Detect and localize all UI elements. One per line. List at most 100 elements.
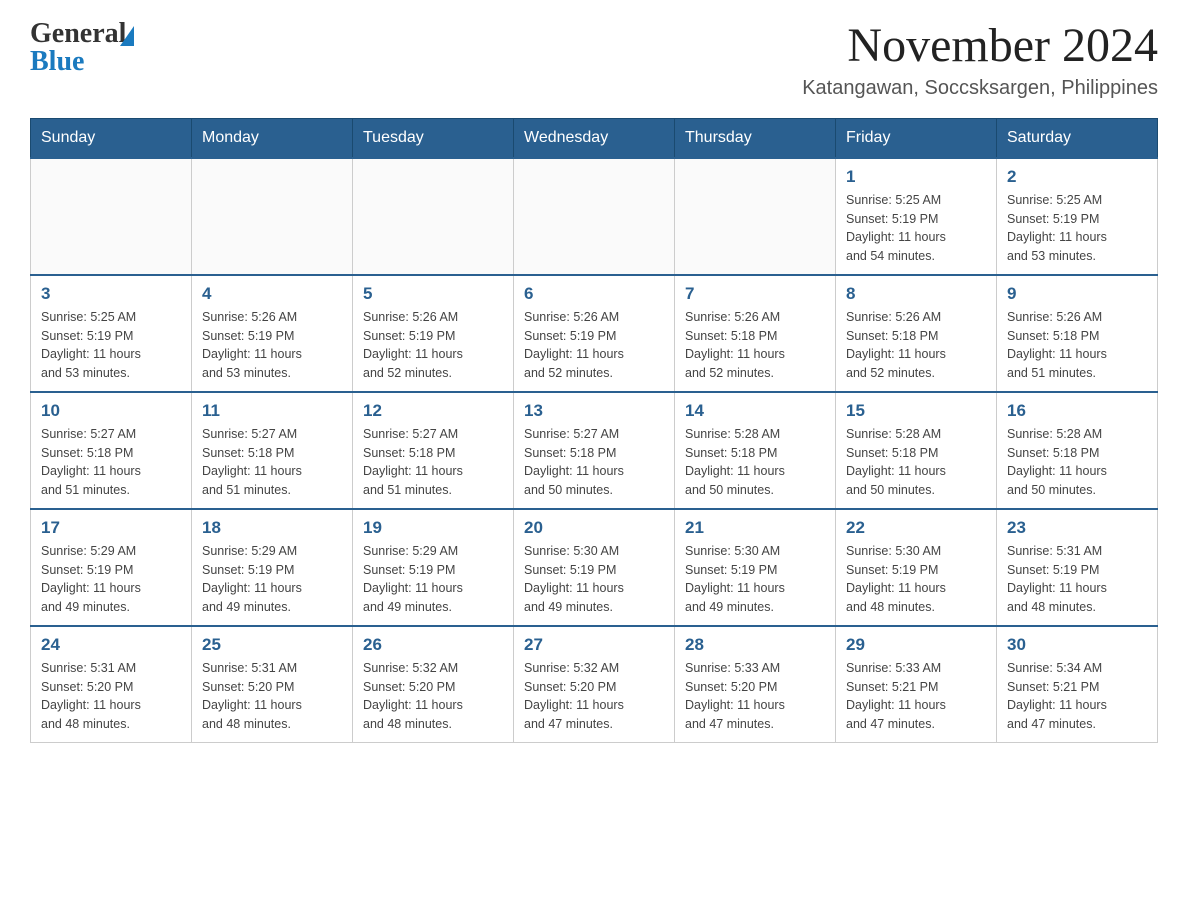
- day-info: Sunrise: 5:27 AMSunset: 5:18 PMDaylight:…: [202, 425, 342, 500]
- calendar-cell: 24 Sunrise: 5:31 AMSunset: 5:20 PMDayligh…: [31, 626, 192, 743]
- day-number: 1: [846, 167, 986, 187]
- day-of-week-header: Sunday: [31, 118, 192, 158]
- day-number: 21: [685, 518, 825, 538]
- day-number: 8: [846, 284, 986, 304]
- calendar-week-row: 17 Sunrise: 5:29 AMSunset: 5:19 PMDayligh…: [31, 509, 1158, 626]
- calendar-header-row: SundayMondayTuesdayWednesdayThursdayFrid…: [31, 118, 1158, 158]
- calendar-cell: 12 Sunrise: 5:27 AMSunset: 5:18 PMDayligh…: [353, 392, 514, 509]
- day-number: 9: [1007, 284, 1147, 304]
- day-info: Sunrise: 5:25 AMSunset: 5:19 PMDaylight:…: [41, 308, 181, 383]
- calendar-cell: 1 Sunrise: 5:25 AMSunset: 5:19 PMDaylight…: [836, 158, 997, 275]
- calendar-cell: 21 Sunrise: 5:30 AMSunset: 5:19 PMDayligh…: [675, 509, 836, 626]
- day-number: 12: [363, 401, 503, 421]
- day-number: 2: [1007, 167, 1147, 187]
- day-number: 17: [41, 518, 181, 538]
- day-info: Sunrise: 5:29 AMSunset: 5:19 PMDaylight:…: [41, 542, 181, 617]
- day-of-week-header: Thursday: [675, 118, 836, 158]
- day-number: 10: [41, 401, 181, 421]
- calendar-week-row: 1 Sunrise: 5:25 AMSunset: 5:19 PMDaylight…: [31, 158, 1158, 275]
- day-number: 18: [202, 518, 342, 538]
- day-number: 30: [1007, 635, 1147, 655]
- calendar-week-row: 24 Sunrise: 5:31 AMSunset: 5:20 PMDayligh…: [31, 626, 1158, 743]
- month-year-title: November 2024: [802, 20, 1158, 73]
- day-of-week-header: Monday: [192, 118, 353, 158]
- day-info: Sunrise: 5:27 AMSunset: 5:18 PMDaylight:…: [363, 425, 503, 500]
- calendar-cell: 30 Sunrise: 5:34 AMSunset: 5:21 PMDayligh…: [997, 626, 1158, 743]
- day-info: Sunrise: 5:33 AMSunset: 5:20 PMDaylight:…: [685, 659, 825, 734]
- calendar-cell: 2 Sunrise: 5:25 AMSunset: 5:19 PMDaylight…: [997, 158, 1158, 275]
- day-info: Sunrise: 5:27 AMSunset: 5:18 PMDaylight:…: [524, 425, 664, 500]
- day-info: Sunrise: 5:25 AMSunset: 5:19 PMDaylight:…: [1007, 191, 1147, 266]
- calendar-cell: 14 Sunrise: 5:28 AMSunset: 5:18 PMDayligh…: [675, 392, 836, 509]
- calendar-cell: 25Sunrise: 5:31 AMSunset: 5:20 PMDayligh…: [192, 626, 353, 743]
- calendar-cell: 8Sunrise: 5:26 AMSunset: 5:18 PMDaylight…: [836, 275, 997, 392]
- calendar-cell: 29 Sunrise: 5:33 AMSunset: 5:21 PMDayligh…: [836, 626, 997, 743]
- calendar-cell: [353, 158, 514, 275]
- calendar-cell: 16Sunrise: 5:28 AMSunset: 5:18 PMDayligh…: [997, 392, 1158, 509]
- calendar-cell: 7 Sunrise: 5:26 AMSunset: 5:18 PMDaylight…: [675, 275, 836, 392]
- calendar-cell: 18 Sunrise: 5:29 AMSunset: 5:19 PMDayligh…: [192, 509, 353, 626]
- day-of-week-header: Wednesday: [514, 118, 675, 158]
- day-info: Sunrise: 5:26 AMSunset: 5:18 PMDaylight:…: [685, 308, 825, 383]
- day-info: Sunrise: 5:27 AMSunset: 5:18 PMDaylight:…: [41, 425, 181, 500]
- calendar-table: SundayMondayTuesdayWednesdayThursdayFrid…: [30, 118, 1158, 743]
- calendar-cell: [31, 158, 192, 275]
- calendar-cell: 15 Sunrise: 5:28 AMSunset: 5:18 PMDayligh…: [836, 392, 997, 509]
- calendar-cell: 27 Sunrise: 5:32 AMSunset: 5:20 PMDayligh…: [514, 626, 675, 743]
- calendar-cell: [514, 158, 675, 275]
- logo: General Blue: [30, 20, 134, 76]
- day-number: 28: [685, 635, 825, 655]
- day-info: Sunrise: 5:31 AMSunset: 5:20 PMDaylight:…: [202, 659, 342, 734]
- day-number: 24: [41, 635, 181, 655]
- calendar-cell: 3Sunrise: 5:25 AMSunset: 5:19 PMDaylight…: [31, 275, 192, 392]
- day-info: Sunrise: 5:29 AMSunset: 5:19 PMDaylight:…: [202, 542, 342, 617]
- logo-triangle-icon: [120, 26, 134, 46]
- day-number: 27: [524, 635, 664, 655]
- calendar-cell: 10 Sunrise: 5:27 AMSunset: 5:18 PMDayligh…: [31, 392, 192, 509]
- day-number: 19: [363, 518, 503, 538]
- day-number: 14: [685, 401, 825, 421]
- day-info: Sunrise: 5:32 AMSunset: 5:20 PMDaylight:…: [524, 659, 664, 734]
- location-subtitle: Katangawan, Soccsksargen, Philippines: [802, 77, 1158, 100]
- day-info: Sunrise: 5:34 AMSunset: 5:21 PMDaylight:…: [1007, 659, 1147, 734]
- calendar-cell: 11 Sunrise: 5:27 AMSunset: 5:18 PMDayligh…: [192, 392, 353, 509]
- calendar-cell: 13Sunrise: 5:27 AMSunset: 5:18 PMDayligh…: [514, 392, 675, 509]
- day-info: Sunrise: 5:26 AMSunset: 5:18 PMDaylight:…: [1007, 308, 1147, 383]
- calendar-cell: 17 Sunrise: 5:29 AMSunset: 5:19 PMDayligh…: [31, 509, 192, 626]
- calendar-cell: 22 Sunrise: 5:30 AMSunset: 5:19 PMDayligh…: [836, 509, 997, 626]
- day-number: 20: [524, 518, 664, 538]
- day-info: Sunrise: 5:33 AMSunset: 5:21 PMDaylight:…: [846, 659, 986, 734]
- day-info: Sunrise: 5:31 AMSunset: 5:20 PMDaylight:…: [41, 659, 181, 734]
- day-number: 11: [202, 401, 342, 421]
- day-info: Sunrise: 5:26 AMSunset: 5:19 PMDaylight:…: [363, 308, 503, 383]
- day-info: Sunrise: 5:30 AMSunset: 5:19 PMDaylight:…: [846, 542, 986, 617]
- day-info: Sunrise: 5:25 AMSunset: 5:19 PMDaylight:…: [846, 191, 986, 266]
- day-of-week-header: Saturday: [997, 118, 1158, 158]
- day-number: 7: [685, 284, 825, 304]
- day-number: 29: [846, 635, 986, 655]
- calendar-cell: 4 Sunrise: 5:26 AMSunset: 5:19 PMDaylight…: [192, 275, 353, 392]
- day-number: 26: [363, 635, 503, 655]
- day-of-week-header: Tuesday: [353, 118, 514, 158]
- day-number: 22: [846, 518, 986, 538]
- day-info: Sunrise: 5:30 AMSunset: 5:19 PMDaylight:…: [685, 542, 825, 617]
- calendar-week-row: 10 Sunrise: 5:27 AMSunset: 5:18 PMDayligh…: [31, 392, 1158, 509]
- day-info: Sunrise: 5:26 AMSunset: 5:19 PMDaylight:…: [202, 308, 342, 383]
- day-number: 15: [846, 401, 986, 421]
- calendar-cell: 28 Sunrise: 5:33 AMSunset: 5:20 PMDayligh…: [675, 626, 836, 743]
- calendar-cell: 26Sunrise: 5:32 AMSunset: 5:20 PMDayligh…: [353, 626, 514, 743]
- day-number: 4: [202, 284, 342, 304]
- day-of-week-header: Friday: [836, 118, 997, 158]
- day-info: Sunrise: 5:28 AMSunset: 5:18 PMDaylight:…: [846, 425, 986, 500]
- calendar-cell: 19 Sunrise: 5:29 AMSunset: 5:19 PMDayligh…: [353, 509, 514, 626]
- day-number: 16: [1007, 401, 1147, 421]
- calendar-cell: 20Sunrise: 5:30 AMSunset: 5:19 PMDayligh…: [514, 509, 675, 626]
- day-number: 23: [1007, 518, 1147, 538]
- day-info: Sunrise: 5:28 AMSunset: 5:18 PMDaylight:…: [685, 425, 825, 500]
- logo-blue-text: Blue: [30, 48, 134, 76]
- day-number: 5: [363, 284, 503, 304]
- day-info: Sunrise: 5:29 AMSunset: 5:19 PMDaylight:…: [363, 542, 503, 617]
- calendar-week-row: 3Sunrise: 5:25 AMSunset: 5:19 PMDaylight…: [31, 275, 1158, 392]
- calendar-cell: 6Sunrise: 5:26 AMSunset: 5:19 PMDaylight…: [514, 275, 675, 392]
- logo-general-text: General: [30, 20, 126, 48]
